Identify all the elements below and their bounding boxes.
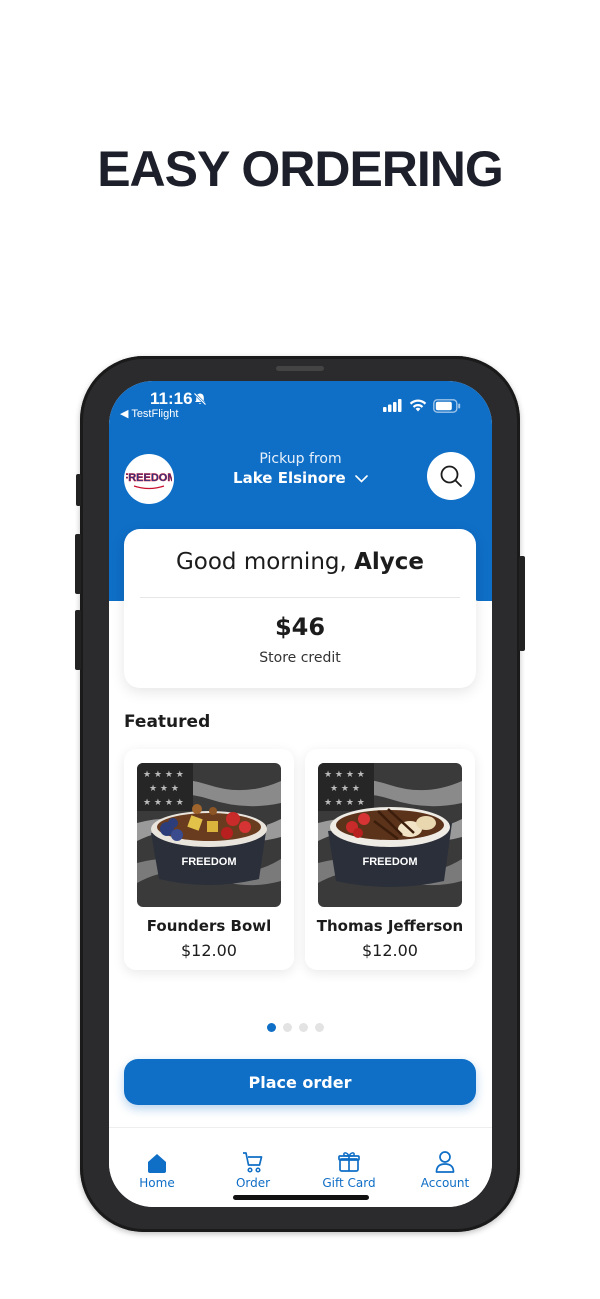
svg-text:★ ★ ★ ★: ★ ★ ★ ★	[143, 798, 184, 808]
gift-icon	[338, 1152, 360, 1172]
svg-text:★ ★ ★ ★: ★ ★ ★ ★	[324, 798, 365, 808]
phone-side-button	[76, 474, 81, 506]
greeting-card: Good morning, Alyce $46 Store credit	[124, 529, 476, 688]
svg-text:★ ★ ★ ★: ★ ★ ★ ★	[143, 770, 184, 780]
divider	[140, 597, 460, 598]
store-credit-amount: $46	[274, 613, 326, 641]
featured-item-price: $12.00	[362, 941, 418, 960]
battery-icon	[433, 399, 461, 413]
tab-order-label: Order	[235, 1176, 271, 1190]
featured-item-name: Thomas Jefferson	[316, 917, 464, 935]
featured-item-price: $12.00	[181, 941, 237, 960]
featured-item-card[interactable]: ★ ★ ★ ★ ★ ★ ★ ★ ★ ★ ★ FREEDOM Founders B…	[124, 749, 294, 970]
featured-item-card[interactable]: ★ ★ ★ ★ ★ ★ ★ ★ ★ ★ ★ FREEDOM Thomas Jef…	[305, 749, 475, 970]
status-time: 11:16	[150, 389, 193, 408]
svg-text:★ ★ ★ ★: ★ ★ ★ ★	[324, 770, 365, 780]
phone-speaker	[276, 366, 324, 371]
featured-title: Featured	[124, 712, 211, 732]
home-icon	[148, 1154, 166, 1173]
phone-side-button	[519, 556, 525, 651]
carousel-dot[interactable]	[267, 1023, 276, 1032]
bowl-logo-text: FREEDOM	[363, 856, 418, 868]
carousel-pagination[interactable]	[267, 1023, 324, 1032]
store-credit-label: Store credit	[259, 650, 341, 666]
back-to-testflight-link[interactable]: ◀ TestFlight	[120, 407, 178, 420]
carousel-dot[interactable]	[315, 1023, 324, 1032]
tab-account[interactable]: Account	[397, 1148, 492, 1190]
search-icon	[440, 465, 462, 487]
place-order-button[interactable]: Place order	[124, 1059, 476, 1105]
page-headline: EASY ORDERING	[97, 141, 504, 197]
tab-home[interactable]: Home	[109, 1148, 205, 1190]
tab-order[interactable]: Order	[205, 1148, 301, 1190]
bowl-logo-text: FREEDOM	[182, 856, 237, 868]
greeting-prefix: Good morning,	[175, 549, 355, 575]
tab-account-label: Account	[420, 1176, 470, 1190]
cart-icon	[243, 1152, 263, 1173]
tab-gift-card[interactable]: Gift Card	[301, 1148, 397, 1190]
wifi-icon	[409, 399, 427, 412]
tab-gift-card-label: Gift Card	[322, 1176, 376, 1190]
app-screen: 11:16 ◀ TestFlight FREEDOM Pickup from L…	[109, 381, 492, 1207]
user-name: Alyce	[354, 549, 425, 575]
greeting-text: Good morning, Alyce	[124, 549, 476, 575]
carousel-dot[interactable]	[283, 1023, 292, 1032]
carousel-dot[interactable]	[299, 1023, 308, 1032]
person-icon	[435, 1151, 455, 1173]
product-image: ★ ★ ★ ★ ★ ★ ★ ★ ★ ★ ★ FREEDOM	[318, 763, 462, 907]
pickup-location-name: Lake Elsinore	[233, 469, 346, 487]
svg-text:★ ★ ★: ★ ★ ★	[149, 784, 179, 794]
phone-side-button	[75, 534, 81, 594]
search-button[interactable]	[427, 452, 475, 500]
chevron-down-icon	[355, 474, 368, 483]
product-image: ★ ★ ★ ★ ★ ★ ★ ★ ★ ★ ★ FREEDOM	[137, 763, 281, 907]
featured-item-name: Founders Bowl	[146, 917, 272, 935]
signal-icon	[383, 399, 402, 412]
bell-off-icon	[193, 392, 207, 406]
phone-side-button	[75, 610, 81, 670]
svg-text:★ ★ ★: ★ ★ ★	[330, 784, 360, 794]
home-indicator	[233, 1195, 369, 1200]
tab-home-label: Home	[139, 1176, 175, 1190]
